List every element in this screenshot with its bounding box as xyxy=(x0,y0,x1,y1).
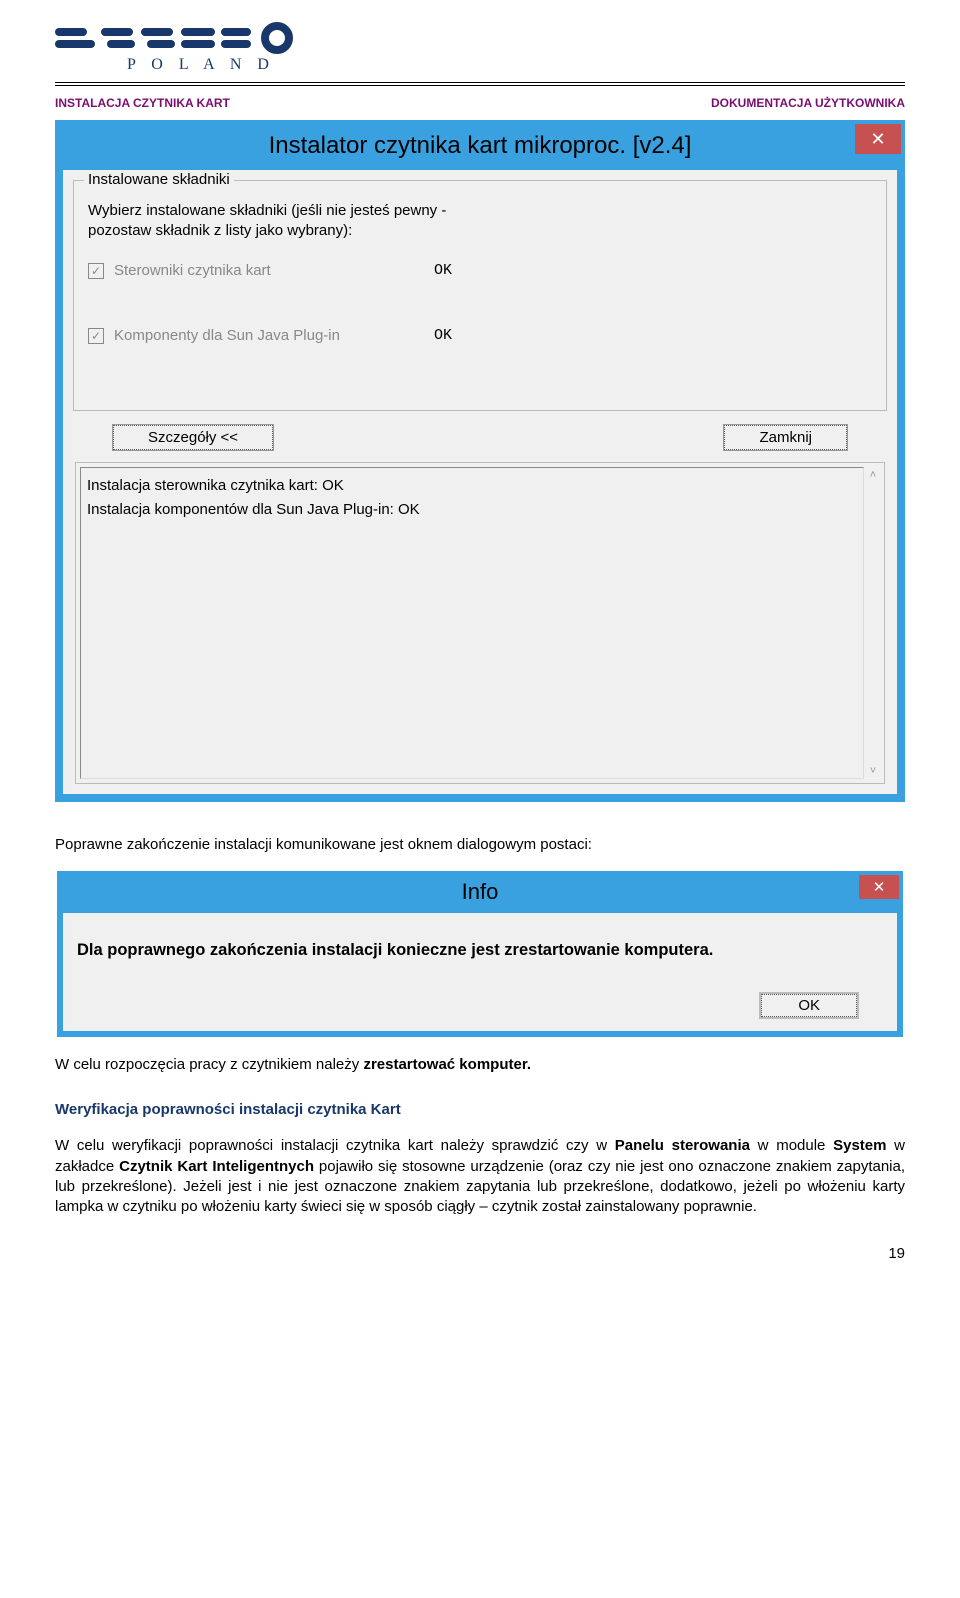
log-line-1: Instalacja sterownika czytnika kart: OK xyxy=(87,474,857,498)
checkbox-2[interactable]: ✓ xyxy=(88,328,104,344)
installer-titlebar: Instalator czytnika kart mikroproc. [v2.… xyxy=(63,128,897,170)
p3-c: w module xyxy=(750,1137,833,1154)
info-ok-button[interactable]: OK xyxy=(761,994,857,1017)
details-panel: Instalacja sterownika czytnika kart: OK … xyxy=(75,462,885,784)
info-message: Dla poprawnego zakończenia instalacji ko… xyxy=(77,941,883,960)
info-dialog: Info ✕ Dla poprawnego zakończenia instal… xyxy=(57,871,903,1037)
p3-b: Panelu sterowania xyxy=(615,1137,750,1154)
component-1-label: Sterowniki czytnika kart xyxy=(114,262,434,279)
close-button[interactable]: ✕ xyxy=(855,124,901,154)
component-row-2: ✓ Komponenty dla Sun Java Plug-in OK xyxy=(88,327,872,344)
close-icon: ✕ xyxy=(870,129,885,150)
checkbox-1[interactable]: ✓ xyxy=(88,263,104,279)
installer-title: Instalator czytnika kart mikroproc. [v2.… xyxy=(269,132,692,160)
groupbox-intro: Wybierz instalowane składniki (jeśli nie… xyxy=(88,201,872,240)
p2-b: zrestartować komputer. xyxy=(363,1056,531,1073)
asseco-logo-icon xyxy=(55,20,305,54)
intro-line2: pozostaw składnik z listy jako wybrany): xyxy=(88,222,352,239)
p3-a: W celu weryfikacji poprawności instalacj… xyxy=(55,1137,615,1154)
scroll-down-icon[interactable]: ˅ xyxy=(865,763,881,779)
doc-header: INSTALACJA CZYTNIKA KART DOKUMENTACJA UŻ… xyxy=(55,96,905,110)
close-icon: ✕ xyxy=(873,878,886,896)
info-title: Info xyxy=(462,879,499,904)
page-number: 19 xyxy=(55,1245,905,1262)
button-row: Szczegóły << Zamknij xyxy=(73,419,887,456)
details-log: Instalacja sterownika czytnika kart: OK … xyxy=(80,467,864,779)
p3-f: Czytnik Kart Inteligentnych xyxy=(119,1158,314,1175)
p2-a: W celu rozpoczęcia pracy z czytnikiem na… xyxy=(55,1056,363,1073)
doc-header-right: DOKUMENTACJA UŻYTKOWNIKA xyxy=(711,96,905,110)
component-2-label: Komponenty dla Sun Java Plug-in xyxy=(114,327,434,344)
scrollbar[interactable]: ˄ ˅ xyxy=(865,467,881,779)
paragraph-3: W celu weryfikacji poprawności instalacj… xyxy=(55,1136,905,1217)
component-row-1: ✓ Sterowniki czytnika kart OK xyxy=(88,262,872,279)
info-close-button[interactable]: ✕ xyxy=(859,875,899,899)
header-divider xyxy=(55,82,905,86)
p3-d: System xyxy=(833,1137,886,1154)
paragraph-2: W celu rozpoczęcia pracy z czytnikiem na… xyxy=(55,1055,905,1075)
component-2-status: OK xyxy=(434,327,452,344)
section-heading: Weryfikacja poprawności instalacji czytn… xyxy=(55,1101,905,1118)
component-1-status: OK xyxy=(434,262,452,279)
installer-window: Instalator czytnika kart mikroproc. [v2.… xyxy=(55,120,905,802)
doc-header-left: INSTALACJA CZYTNIKA KART xyxy=(55,96,230,110)
components-groupbox: Instalowane składniki Wybierz instalowan… xyxy=(73,180,887,411)
groupbox-title: Instalowane składniki xyxy=(84,171,234,188)
close-window-button[interactable]: Zamknij xyxy=(724,425,847,450)
scroll-up-icon[interactable]: ˄ xyxy=(865,467,881,483)
intro-line1: Wybierz instalowane składniki (jeśli nie… xyxy=(88,202,446,219)
log-line-2: Instalacja komponentów dla Sun Java Plug… xyxy=(87,498,857,522)
paragraph-1: Poprawne zakończenie instalacji komuniko… xyxy=(55,836,905,853)
logo: P O L A N D xyxy=(55,20,905,74)
details-button[interactable]: Szczegóły << xyxy=(113,425,273,450)
info-titlebar: Info ✕ xyxy=(63,877,897,913)
logo-subtext: P O L A N D xyxy=(127,56,905,74)
